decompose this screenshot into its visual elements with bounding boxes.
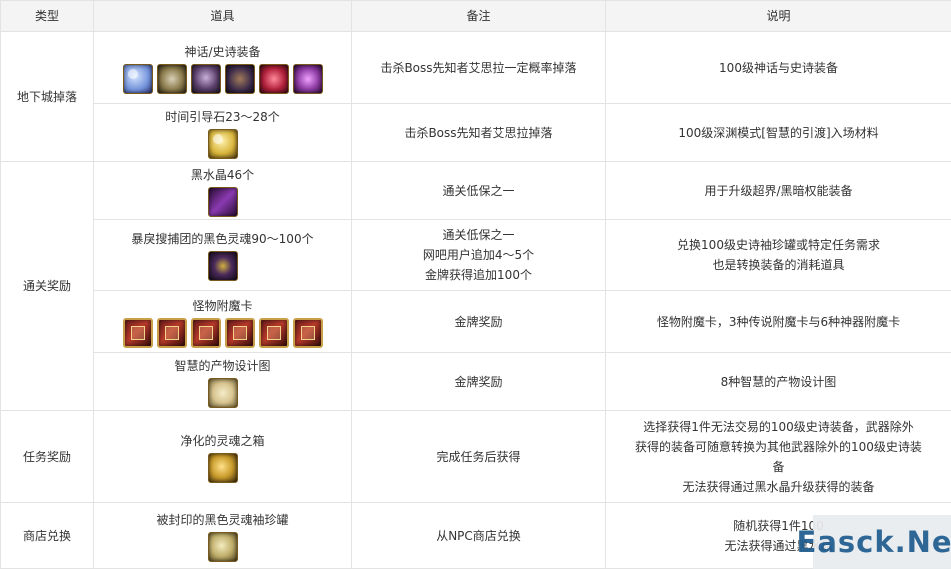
note-cell: 击杀Boss先知者艾思拉掉落 (351, 103, 606, 162)
item-icons (100, 251, 345, 281)
item-name: 净化的灵魂之箱 (180, 433, 265, 448)
item-icons (100, 63, 345, 94)
desc-cell: 怪物附魔卡，3种传说附魔卡与6种神器附魔卡 (605, 290, 951, 353)
table-row: 怪物附魔卡 金牌奖励 怪物附魔卡，3种传说附魔卡与6种神器附魔卡 (1, 290, 951, 353)
table-row: 智慧的产物设计图 金牌奖励 8种智慧的产物设计图 (1, 352, 951, 411)
item-cell: 被封印的黑色灵魂袖珍罐 (93, 502, 352, 569)
note-cell: 击杀Boss先知者艾思拉一定概率掉落 (351, 31, 606, 104)
desc-cell: 选择获得1件无法交易的100级史诗装备，武器除外 获得的装备可随意转换为其他武器… (605, 410, 951, 503)
desc-cell: 100级神话与史诗装备 (605, 31, 951, 104)
note-cell: 完成任务后获得 (351, 410, 606, 503)
epic-ring-icon (292, 63, 323, 94)
header-item: 道具 (93, 0, 352, 32)
item-icons (100, 186, 345, 217)
time-stone-icon (207, 128, 238, 159)
table-row: 时间引导石23～28个 击杀Boss先知者艾思拉掉落 100级深渊模式[智慧的引… (1, 103, 951, 162)
item-cell: 怪物附魔卡 (93, 290, 352, 353)
item-name: 智慧的产物设计图 (174, 358, 271, 373)
desc-cell: 用于升级超界/黑暗权能装备 (605, 161, 951, 220)
card-icon-2 (156, 317, 187, 348)
item-name: 神话/史诗装备 (184, 44, 261, 59)
rewards-table: 类型 道具 备注 说明 地下城掉落 神话/史诗装备 击杀Boss先知者艾思拉一定… (0, 0, 951, 569)
item-cell: 暴戾搜捕团的黑色灵魂90～100个 (93, 219, 352, 291)
item-icons (100, 531, 345, 562)
soul-box-icon (207, 452, 238, 483)
header-desc: 说明 (605, 0, 951, 32)
header-type: 类型 (0, 0, 94, 32)
group-dungeon-drop: 地下城掉落 (0, 31, 94, 162)
item-icons (100, 452, 345, 483)
sealed-jar-icon (207, 531, 238, 562)
table-row: 任务奖励 净化的灵魂之箱 完成任务后获得 选择获得1件无法交易的100级史诗装备… (0, 410, 951, 503)
mythic-orb-icon (122, 63, 153, 94)
epic-belt-icon (224, 63, 255, 94)
item-name: 时间引导石23～28个 (165, 109, 280, 124)
note-cell: 从NPC商店兑换 (351, 502, 606, 569)
item-cell: 智慧的产物设计图 (93, 352, 352, 411)
note-cell: 通关低保之一 网吧用户追加4～5个 金牌获得追加100个 (351, 219, 606, 291)
table-row: 地下城掉落 神话/史诗装备 击杀Boss先知者艾思拉一定概率掉落 100级神话与… (0, 31, 951, 162)
item-cell: 时间引导石23～28个 (93, 103, 352, 162)
item-icons (100, 317, 345, 348)
desc-cell: 100级深渊模式[智慧的引渡]入场材料 (605, 103, 951, 162)
card-icon-5 (258, 317, 289, 348)
item-cell: 神话/史诗装备 (93, 31, 352, 104)
group-quest-reward: 任务奖励 (0, 410, 94, 503)
black-crystal-icon (207, 186, 238, 217)
black-soul-icon (207, 251, 238, 281)
note-cell: 金牌奖励 (351, 352, 606, 411)
item-cell: 黑水晶46个 (93, 161, 352, 220)
item-icons (100, 128, 345, 159)
card-icon-3 (190, 317, 221, 348)
table-row: 暴戾搜捕团的黑色灵魂90～100个 通关低保之一 网吧用户追加4～5个 金牌获得… (1, 219, 951, 291)
blueprint-icon (207, 377, 238, 408)
epic-armor-icon (156, 63, 187, 94)
card-icon-1 (122, 317, 153, 348)
item-name: 怪物附魔卡 (192, 298, 253, 313)
note-cell: 金牌奖励 (351, 290, 606, 353)
item-name: 黑水晶46个 (190, 167, 255, 182)
card-icon-6 (292, 317, 323, 348)
note-cell: 通关低保之一 (351, 161, 606, 220)
header-row: 类型 道具 备注 说明 (0, 0, 951, 32)
desc-cell: 兑换100级史诗袖珍罐或特定任务需求 也是转换装备的消耗道具 (605, 219, 951, 291)
card-icon-4 (224, 317, 255, 348)
watermark: Easck.Net (797, 515, 951, 569)
desc-cell: 8种智慧的产物设计图 (605, 352, 951, 411)
item-name: 暴戾搜捕团的黑色灵魂90～100个 (131, 232, 314, 246)
table-row: 通关奖励 黑水晶46个 通关低保之一 用于升级超界/黑暗权能装备 (0, 161, 951, 411)
epic-pendant-icon (258, 63, 289, 94)
group-shop-exchange: 商店兑换 (0, 502, 94, 569)
group-clear-reward: 通关奖励 (0, 161, 94, 411)
header-note: 备注 (351, 0, 606, 32)
epic-helm-icon (190, 63, 221, 94)
item-icons (100, 377, 345, 408)
item-name: 被封印的黑色灵魂袖珍罐 (156, 512, 289, 527)
item-cell: 净化的灵魂之箱 (93, 410, 352, 503)
